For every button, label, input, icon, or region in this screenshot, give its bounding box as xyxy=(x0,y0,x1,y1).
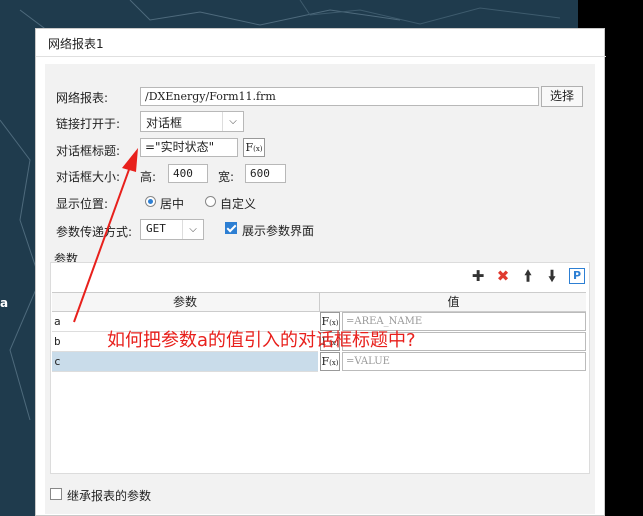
chevron-down-icon[interactable]: ⌵ xyxy=(182,220,203,239)
open-in-value: 对话框 xyxy=(146,116,183,130)
add-icon[interactable]: ✚ xyxy=(470,268,486,284)
open-in-label: 链接打开于: xyxy=(56,117,121,131)
chevron-down-icon[interactable]: ⌵ xyxy=(222,112,243,131)
param-name-cell[interactable]: c xyxy=(52,352,318,372)
position-custom-radio[interactable] xyxy=(205,196,216,207)
dialog-size-label: 对话框大小: xyxy=(56,170,121,184)
formula-fx-icon[interactable]: F(x) xyxy=(320,352,340,371)
parameter-p-icon[interactable]: P xyxy=(569,268,585,284)
dialog-title: 网络报表1 xyxy=(48,37,104,51)
delete-icon[interactable]: ✖ xyxy=(495,268,511,284)
annotation-text: 如何把参数a的值引入的对话框标题中? xyxy=(107,330,416,351)
position-center-radio[interactable] xyxy=(145,196,156,207)
dialog-title-input[interactable]: ="实时状态" xyxy=(140,138,238,157)
report-label: 网络报表: xyxy=(56,91,109,105)
height-label: 高: xyxy=(140,170,157,184)
move-up-icon[interactable]: 🠙 xyxy=(520,268,536,284)
width-input[interactable]: 600 xyxy=(245,164,286,183)
position-center-label: 居中 xyxy=(160,197,185,211)
param-value-input[interactable]: =VALUE xyxy=(342,352,586,371)
param-method-select[interactable]: GET ⌵ xyxy=(140,219,204,240)
open-in-select[interactable]: 对话框 ⌵ xyxy=(140,111,244,132)
position-custom-label: 自定义 xyxy=(220,197,257,211)
background-label: a xyxy=(0,296,9,310)
position-label: 显示位置: xyxy=(56,197,109,211)
param-value-column-header: 值 xyxy=(319,293,587,311)
param-method-label: 参数传递方式: xyxy=(56,225,133,239)
formula-fx-icon[interactable]: F(x) xyxy=(243,138,265,157)
show-params-label: 展示参数界面 xyxy=(242,224,315,238)
height-input[interactable]: 400 xyxy=(168,164,208,183)
title-divider xyxy=(36,56,606,57)
inherit-params-checkbox[interactable] xyxy=(50,488,62,500)
width-label: 宽: xyxy=(218,170,235,184)
table-row[interactable]: c F(x) =VALUE xyxy=(52,352,586,372)
params-grid-header: 参数 值 xyxy=(52,292,586,312)
param-name-column-header: 参数 xyxy=(172,295,197,309)
report-path-input[interactable]: /DXEnergy/Form11.frm xyxy=(140,87,539,106)
dialog-title-label: 对话框标题: xyxy=(56,144,121,158)
param-method-value: GET xyxy=(146,222,166,235)
choose-report-button[interactable]: 选择 xyxy=(541,86,583,107)
show-params-checkbox[interactable] xyxy=(225,222,237,234)
inherit-params-label: 继承报表的参数 xyxy=(67,489,152,503)
move-down-icon[interactable]: 🠛 xyxy=(544,268,560,284)
